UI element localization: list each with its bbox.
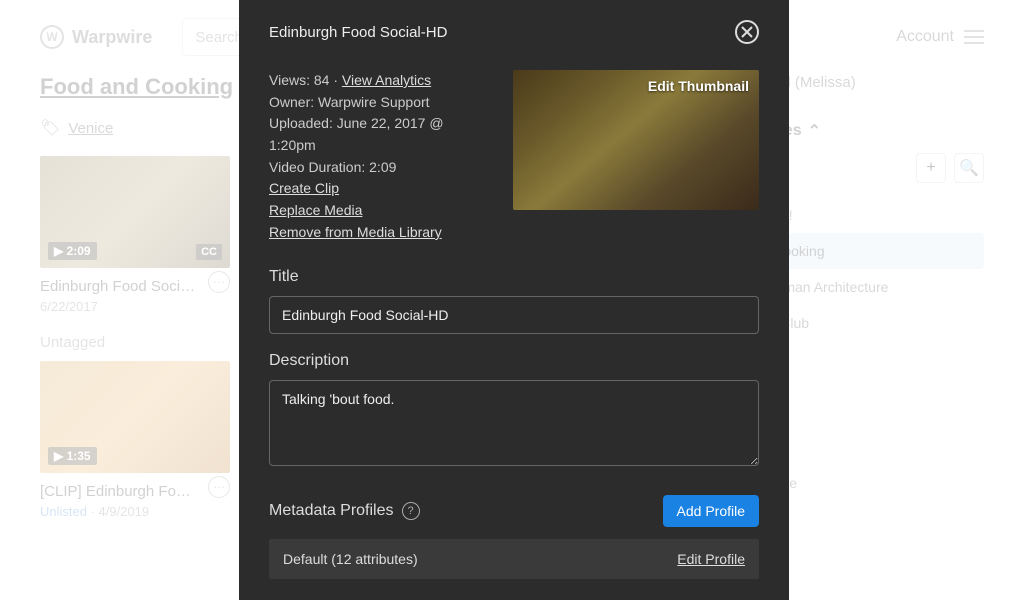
video-settings-modal: Edinburgh Food Social-HD Views: 84 · Vie… [239, 0, 789, 600]
add-profile-button[interactable]: Add Profile [663, 495, 759, 527]
view-analytics-link[interactable]: View Analytics [342, 72, 431, 88]
close-button[interactable] [735, 20, 759, 44]
create-clip-link[interactable]: Create Clip [269, 180, 339, 196]
edit-thumbnail-button[interactable]: Edit Thumbnail [648, 78, 749, 94]
edit-profile-link[interactable]: Edit Profile [677, 551, 745, 567]
uploaded-line: Uploaded: June 22, 2017 @ 1:20pm [269, 113, 493, 156]
description-label: Description [269, 352, 759, 370]
owner-line: Owner: Warpwire Support [269, 92, 493, 114]
views-label: Views: 84 · [269, 72, 342, 88]
title-label: Title [269, 268, 759, 286]
profile-row: Default (12 attributes) Edit Profile [269, 539, 759, 579]
duration-line: Video Duration: 2:09 [269, 157, 493, 179]
close-icon [741, 26, 753, 38]
title-input[interactable] [269, 296, 759, 334]
replace-media-link[interactable]: Replace Media [269, 202, 362, 218]
help-icon[interactable]: ? [402, 502, 420, 520]
modal-title: Edinburgh Food Social-HD [269, 24, 447, 41]
profile-name: Default (12 attributes) [283, 551, 418, 567]
thumbnail-preview: Edit Thumbnail [513, 70, 759, 210]
remove-link[interactable]: Remove from Media Library [269, 224, 442, 240]
metadata-label: Metadata Profiles [269, 502, 394, 520]
description-textarea[interactable]: Talking 'bout food. [269, 380, 759, 466]
